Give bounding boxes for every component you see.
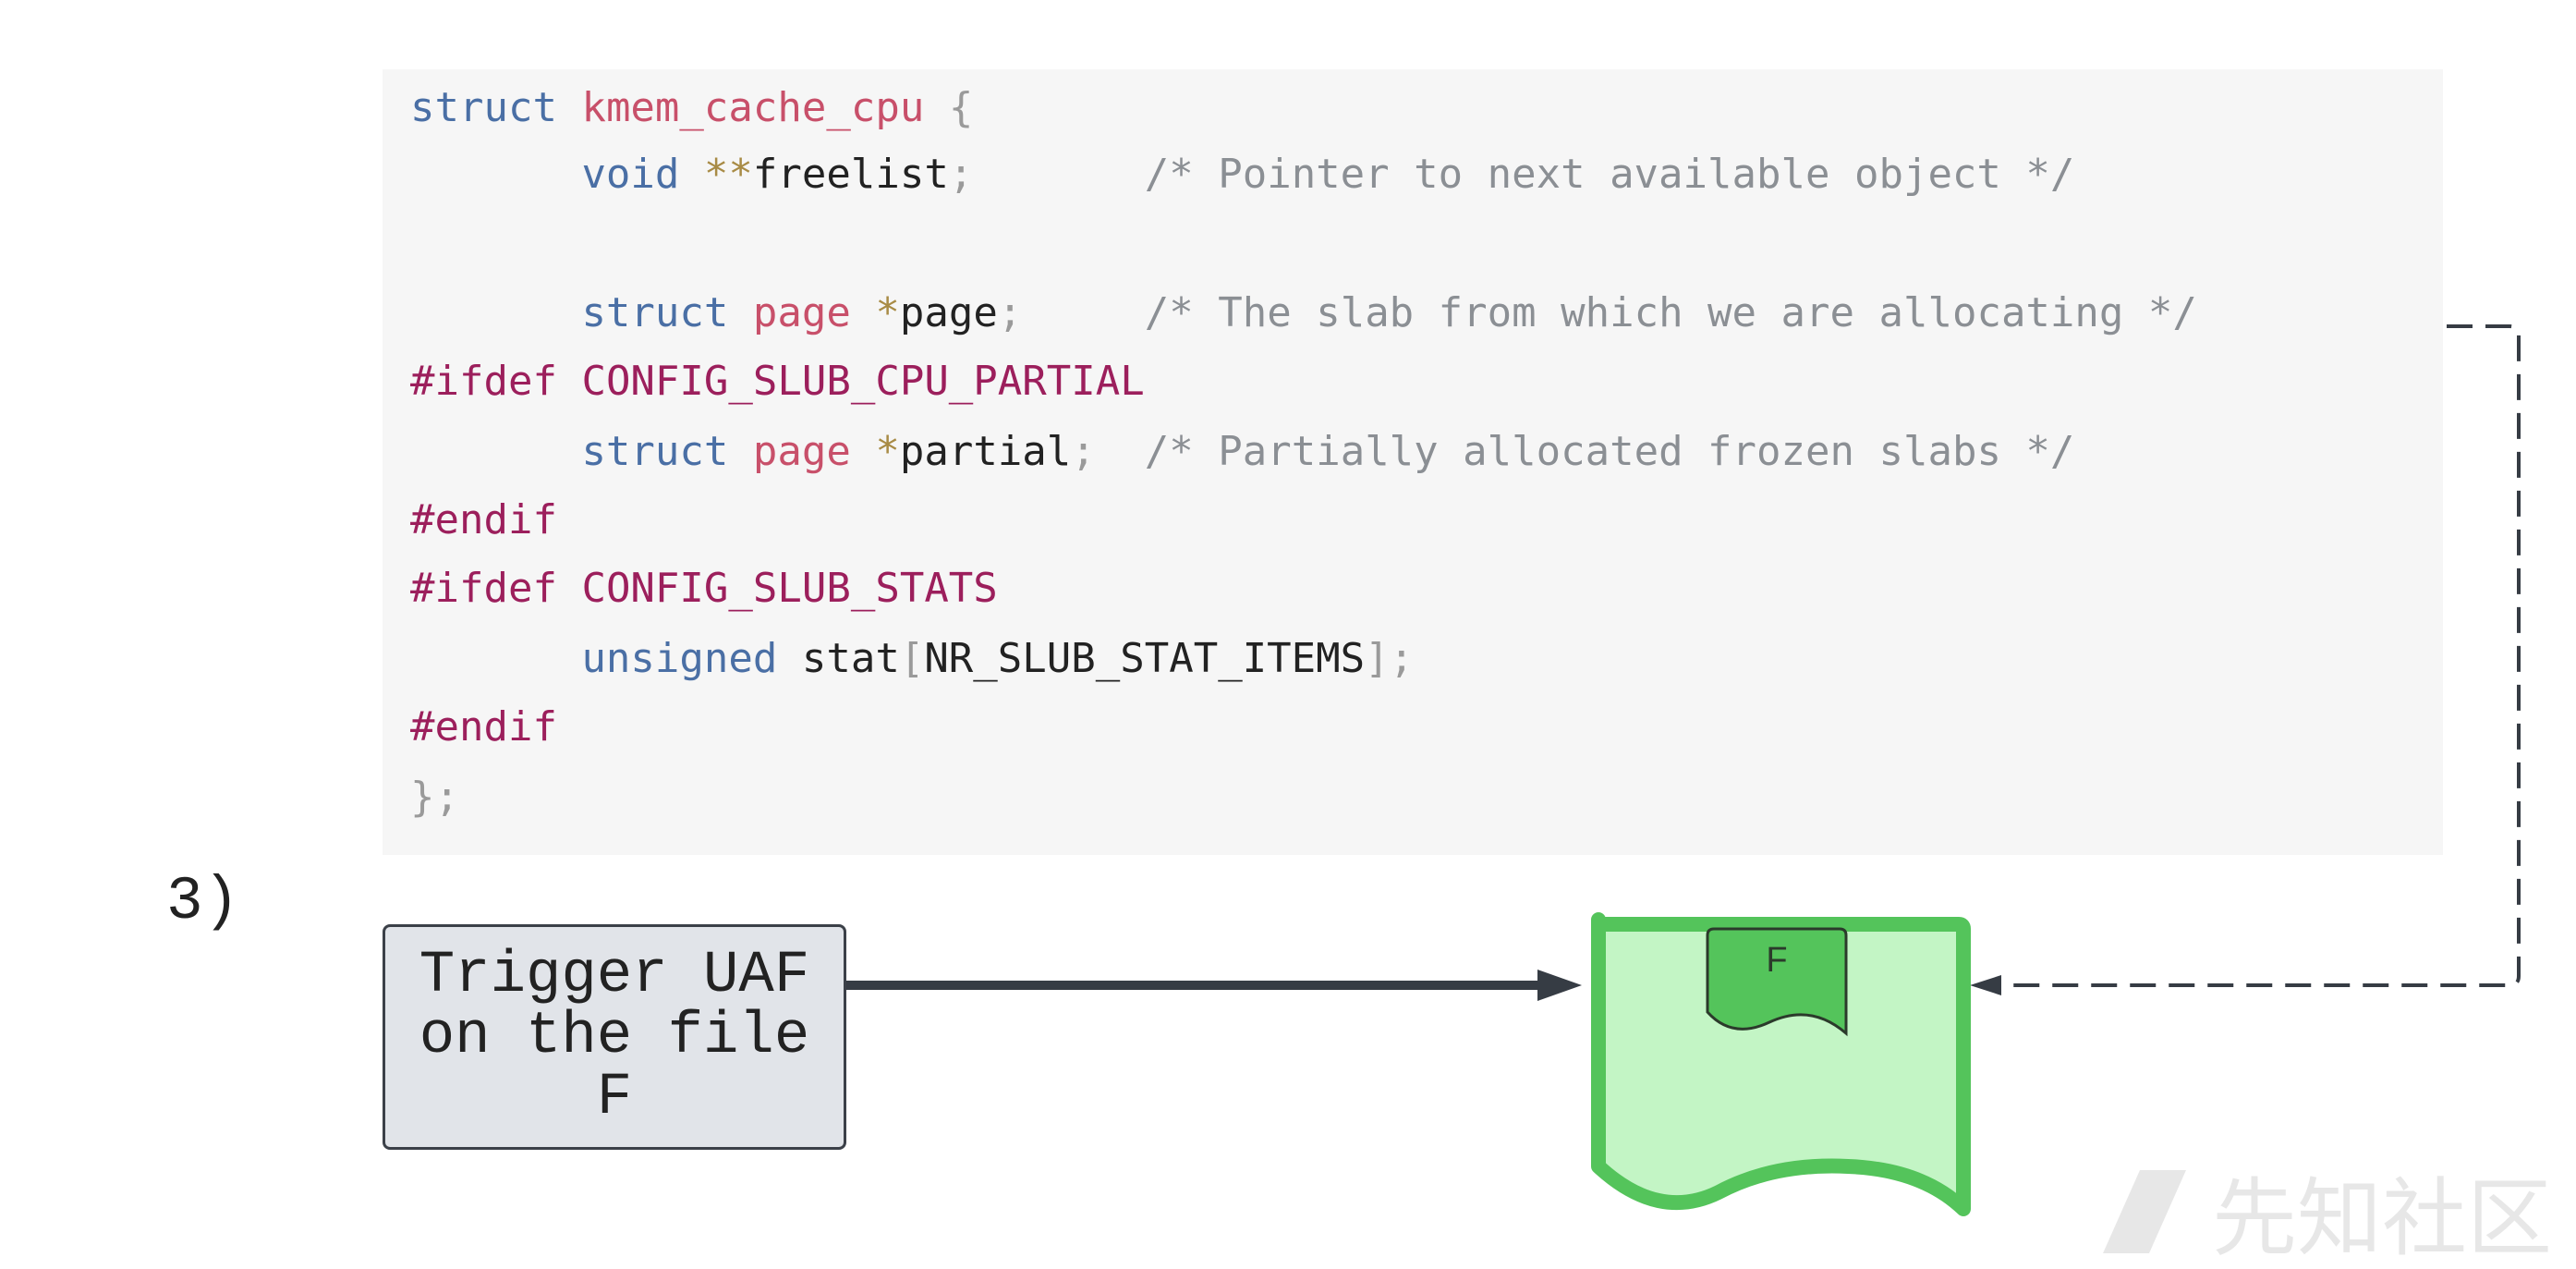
page-pointer-connector [1996,324,2521,987]
trigger-arrow-head [1537,970,1582,1001]
file-label: F [1766,941,1788,980]
xianzhi-logo-icon: 先知社区 [2094,1150,2552,1269]
trigger-uaf-label: Trigger UAF on the file F [419,943,810,1131]
page-pointer-arrow-head [1970,975,2001,995]
diagram-canvas: struct kmem_cache_cpu { void **freelist;… [0,0,2576,1269]
trigger-uaf-box: Trigger UAF on the file F [383,924,846,1150]
